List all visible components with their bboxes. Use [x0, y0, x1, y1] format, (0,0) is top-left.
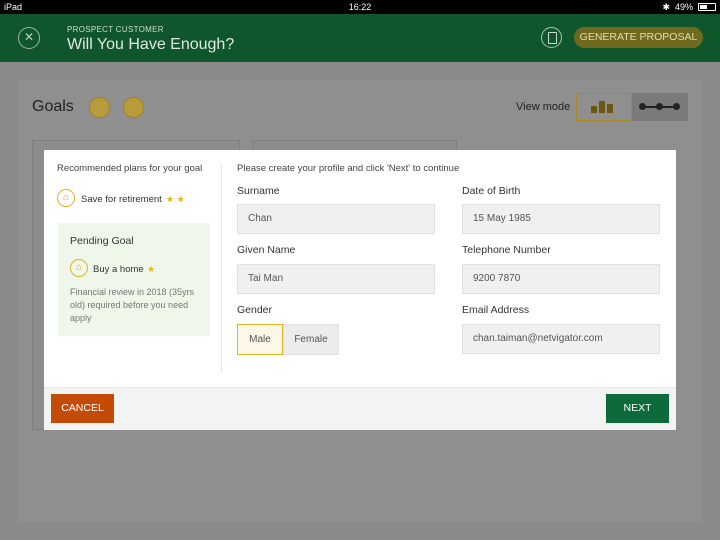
view-mode-label: View mode — [516, 101, 571, 113]
header-subtitle: PROSPECT CUSTOMER — [67, 25, 164, 34]
bar-icon — [599, 101, 605, 113]
goals-title: Goals — [32, 98, 74, 115]
battery-percent: 49% — [674, 2, 693, 12]
instruction-text: Please create your profile and click 'Ne… — [237, 163, 460, 174]
home-goal-icon[interactable] — [123, 97, 144, 118]
gender-female-option[interactable]: Female — [283, 324, 339, 355]
battery-icon — [698, 3, 716, 11]
generate-proposal-button[interactable]: GENERATE PROPOSAL — [574, 27, 703, 48]
gender-label: Gender — [237, 304, 273, 316]
bar-icon — [591, 106, 597, 113]
app-header: ✕ PROSPECT CUSTOMER Will You Have Enough… — [0, 14, 720, 62]
pending-goal-title: Pending Goal — [70, 235, 134, 247]
retirement-goal-icon[interactable] — [89, 97, 110, 118]
modal-footer — [44, 387, 676, 430]
pending-goal-description: Financial review in 2018 (35yrs old) req… — [70, 287, 195, 323]
telephone-input[interactable]: 9200 7870 — [462, 264, 660, 294]
pending-goal-label[interactable]: Buy a home — [93, 264, 144, 275]
recommended-title: Recommended plans for your goal — [57, 163, 203, 174]
page-title: Will You Have Enough? — [67, 36, 235, 53]
rating-stars: ★ — [147, 264, 156, 274]
given-name-label: Given Name — [237, 244, 296, 256]
dot-icon — [639, 103, 646, 110]
timeline-view-toggle[interactable] — [632, 93, 688, 121]
dot-icon — [656, 103, 663, 110]
column-divider — [221, 165, 222, 372]
next-button[interactable]: NEXT — [606, 394, 669, 423]
clock: 16:22 — [348, 2, 372, 12]
dob-label: Date of Birth — [462, 185, 521, 197]
bar-icon — [607, 104, 613, 113]
recommended-plan-label[interactable]: Save for retirement — [81, 194, 162, 205]
telephone-label: Telephone Number — [462, 244, 551, 256]
rating-stars: ★ ★ — [166, 194, 185, 204]
home-icon: ⌂ — [70, 259, 88, 277]
pending-goal-card: Pending Goal ⌂ Buy a home ★ Financial re… — [58, 223, 210, 336]
given-name-input[interactable]: Tai Man — [237, 264, 435, 294]
status-bar: iPad 16:22 ✱ 49% — [0, 0, 720, 14]
cancel-button[interactable]: CANCEL — [51, 394, 114, 423]
email-label: Email Address — [462, 304, 530, 316]
retirement-icon: ⌂ — [57, 189, 75, 207]
close-button[interactable]: ✕ — [18, 27, 40, 49]
dot-icon — [673, 103, 680, 110]
document-icon[interactable] — [541, 27, 562, 48]
profile-modal: Recommended plans for your goal ⌂ Save f… — [44, 150, 676, 430]
bluetooth-icon: ✱ — [662, 2, 670, 12]
gender-male-option[interactable]: Male — [237, 324, 283, 355]
dob-input[interactable]: 15 May 1985 — [462, 204, 660, 234]
bar-view-toggle[interactable] — [576, 93, 632, 121]
status-right: ✱ 49% — [662, 0, 716, 14]
surname-label: Surname — [237, 185, 280, 197]
surname-input[interactable]: Chan — [237, 204, 435, 234]
email-input[interactable]: chan.taiman@netvigator.com — [462, 324, 660, 354]
